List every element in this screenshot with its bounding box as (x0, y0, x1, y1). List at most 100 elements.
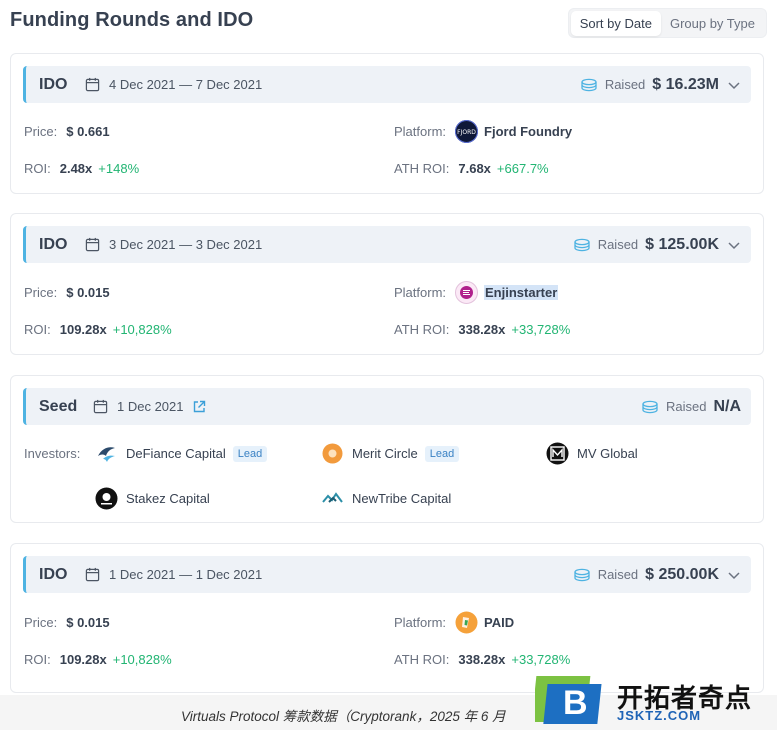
raised-label: Raised (604, 77, 646, 92)
merit-circle-logo (321, 442, 344, 465)
ath-roi-percent: +33,728% (511, 652, 571, 667)
chevron-down-icon[interactable] (727, 238, 741, 252)
newtribe-capital-logo (321, 487, 344, 510)
round-header[interactable]: IDO 1 Dec 2021 — 1 Dec 2021 Raised $ 250… (23, 556, 751, 593)
watermark-letter: B (563, 684, 588, 722)
mv-global-logo (546, 442, 569, 465)
enjinstarter-logo (455, 281, 479, 304)
platform-field: Platform: PAID (394, 611, 514, 634)
investor-item[interactable]: Stakez Capital (95, 487, 210, 510)
investor-item[interactable]: Merit Circle Lead (321, 442, 460, 465)
lead-badge: Lead (232, 445, 268, 462)
ath-roi-value: 7.68x (458, 161, 491, 176)
roi-value: 109.28x (59, 322, 107, 337)
chevron-down-icon[interactable] (727, 568, 741, 582)
raised-value: $ 250.00K (645, 565, 719, 583)
price-label: Price: (24, 285, 58, 300)
svg-text:FJORD: FJORD (457, 129, 476, 136)
raised-label: Raised (665, 399, 707, 414)
ath-roi-percent: +33,728% (511, 322, 571, 337)
platform-label: Platform: (394, 285, 447, 300)
coins-icon (574, 238, 590, 251)
roi-field: ROI: 109.28x +10,828% (24, 652, 172, 667)
roi-percent: +10,828% (112, 322, 172, 337)
round-date: 1 Dec 2021 — 1 Dec 2021 (109, 567, 263, 582)
roi-percent: +10,828% (112, 652, 172, 667)
price-field: Price: $ 0.661 (24, 124, 116, 139)
price-value: $ 0.015 (66, 615, 110, 630)
platform-name[interactable]: PAID (484, 615, 514, 630)
investor-item[interactable]: NewTribe Capital (321, 487, 451, 510)
round-type: IDO (39, 565, 68, 583)
round-header[interactable]: Seed 1 Dec 2021 Raised N/A (23, 388, 751, 425)
header: Funding Rounds and IDO Sort by Date Grou… (0, 0, 777, 46)
round-header[interactable]: IDO 3 Dec 2021 — 3 Dec 2021 Raised $ 125… (23, 226, 751, 263)
price-value: $ 0.015 (66, 285, 110, 300)
stakez-capital-logo (95, 487, 118, 510)
roi-label: ROI: (24, 322, 51, 337)
calendar-icon (85, 77, 100, 92)
ath-roi-field: ATH ROI: 338.28x +33,728% (394, 652, 570, 667)
calendar-icon (85, 567, 100, 582)
page-title: Funding Rounds and IDO (10, 9, 254, 31)
external-link-icon[interactable] (192, 400, 206, 414)
ath-roi-value: 338.28x (458, 322, 506, 337)
round-type: IDO (39, 235, 68, 253)
investor-item[interactable]: MV Global (546, 442, 638, 465)
investor-name: DeFiance Capital (126, 446, 226, 461)
coins-icon (574, 568, 590, 581)
round-card: IDO 3 Dec 2021 — 3 Dec 2021 Raised $ 125… (10, 213, 764, 355)
raised-label: Raised (597, 567, 639, 582)
platform-field: Platform: FJORD Fjord Foundry (394, 120, 572, 143)
roi-field: ROI: 109.28x +10,828% (24, 322, 172, 337)
round-card: IDO 1 Dec 2021 — 1 Dec 2021 Raised $ 250… (10, 543, 764, 693)
price-label: Price: (24, 124, 58, 139)
price-field: Price: $ 0.015 (24, 615, 116, 630)
investor-name: Merit Circle (352, 446, 418, 461)
round-date: 1 Dec 2021 (117, 399, 184, 414)
lead-badge: Lead (424, 445, 460, 462)
roi-label: ROI: (24, 161, 51, 176)
raised-label: Raised (597, 237, 639, 252)
round-date: 4 Dec 2021 — 7 Dec 2021 (109, 77, 263, 92)
platform-label: Platform: (394, 615, 447, 630)
roi-label: ROI: (24, 652, 51, 667)
image-caption: Virtuals Protocol 筹款数据（Cryptorank，2025 年… (181, 709, 506, 724)
roi-value: 2.48x (59, 161, 93, 176)
chevron-down-icon[interactable] (727, 78, 741, 92)
round-type: Seed (39, 397, 78, 415)
investor-name: MV Global (577, 446, 638, 461)
round-card: IDO 4 Dec 2021 — 7 Dec 2021 Raised $ 16.… (10, 53, 764, 194)
platform-label: Platform: (394, 124, 447, 139)
roi-field: ROI: 2.48x +148% (24, 161, 139, 176)
coins-icon (581, 78, 597, 91)
round-date: 3 Dec 2021 — 3 Dec 2021 (109, 237, 263, 252)
investor-name: Stakez Capital (126, 491, 210, 506)
ath-roi-percent: +667.7% (496, 161, 549, 176)
ath-roi-value: 338.28x (458, 652, 506, 667)
investor-item[interactable]: DeFiance Capital Lead (95, 442, 268, 465)
investors-label-field: Investors: (24, 446, 89, 461)
price-label: Price: (24, 615, 58, 630)
ath-roi-field: ATH ROI: 7.68x +667.7% (394, 161, 549, 176)
platform-name[interactable]: Enjinstarter (484, 285, 559, 300)
investors-label: Investors: (24, 446, 81, 461)
ath-roi-label: ATH ROI: (394, 322, 450, 337)
price-value: $ 0.661 (66, 124, 110, 139)
raised-value: N/A (713, 397, 741, 415)
paid-logo (455, 611, 478, 634)
watermark-logo: B (531, 670, 605, 728)
sort-by-date-button[interactable]: Sort by Date (570, 10, 661, 36)
group-by-type-button[interactable]: Group by Type (661, 11, 764, 36)
roi-percent: +148% (98, 161, 140, 176)
coins-icon (642, 400, 658, 413)
round-header[interactable]: IDO 4 Dec 2021 — 7 Dec 2021 Raised $ 16.… (23, 66, 751, 103)
ath-roi-label: ATH ROI: (394, 161, 450, 176)
platform-name[interactable]: Fjord Foundry (484, 124, 572, 139)
watermark-url: JSKTZ.COM (617, 708, 702, 723)
calendar-icon (85, 237, 100, 252)
price-field: Price: $ 0.015 (24, 285, 116, 300)
fjord-foundry-logo: FJORD (455, 120, 479, 143)
raised-value: $ 16.23M (652, 75, 719, 93)
raised-value: $ 125.00K (645, 235, 719, 253)
